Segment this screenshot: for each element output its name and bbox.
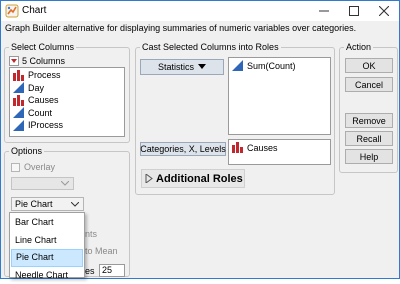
statistics-role-box[interactable]: Sum(Count): [228, 57, 331, 135]
help-button[interactable]: Help: [345, 149, 393, 164]
overlay-checkbox[interactable]: [11, 163, 20, 172]
cancel-button-label: Cancel: [355, 80, 383, 90]
minimize-button[interactable]: [309, 1, 339, 21]
chevron-down-icon: [61, 181, 69, 187]
chevron-down-icon: [71, 202, 79, 208]
chart-type-menu[interactable]: Bar Chart Line Chart Pie Chart Needle Ch…: [9, 212, 85, 278]
select-columns-label: Select Columns: [9, 42, 76, 53]
title-bar: Chart: [1, 1, 399, 21]
close-icon: [379, 6, 389, 16]
ok-button-label: OK: [362, 61, 375, 71]
jmp-app-icon: [5, 4, 19, 18]
recall-button[interactable]: Recall: [345, 131, 393, 146]
cancel-button[interactable]: Cancel: [345, 77, 393, 92]
close-button[interactable]: [369, 1, 399, 21]
obscured-option-text: nts: [85, 229, 97, 239]
menu-item-line-chart[interactable]: Line Chart: [11, 232, 83, 250]
continuous-triangle-icon: [13, 107, 24, 118]
window-title: Chart: [22, 5, 46, 16]
continuous-triangle-icon: [13, 120, 24, 131]
overlay-dropdown-disabled: [11, 177, 74, 190]
categories-button[interactable]: Categories, X, Levels: [140, 142, 226, 156]
help-button-label: Help: [360, 152, 379, 162]
column-name: Causes: [28, 95, 59, 105]
additional-roles-label: Additional Roles: [156, 173, 243, 185]
recall-button-label: Recall: [356, 134, 381, 144]
column-name: Count: [28, 108, 52, 118]
collapse-red-triangle-icon[interactable]: [9, 56, 19, 66]
list-item[interactable]: Count: [10, 107, 124, 120]
disclosure-triangle-icon: [145, 174, 153, 183]
columns-count-row: 5 Columns: [9, 56, 65, 66]
maximize-button[interactable]: [339, 1, 369, 21]
maximize-icon: [349, 6, 359, 16]
column-name: Process: [28, 70, 61, 80]
nominal-bar-icon: [13, 70, 24, 81]
chart-type-selected: Pie Chart: [15, 199, 53, 209]
remove-button-label: Remove: [352, 116, 386, 126]
overlay-label: Overlay: [24, 162, 55, 172]
list-item[interactable]: Process: [10, 69, 124, 82]
window-subtitle: Graph Builder alternative for displaying…: [5, 23, 356, 33]
remove-button[interactable]: Remove: [345, 113, 393, 128]
categories-button-label: Categories, X, Levels: [140, 144, 226, 154]
statistics-assigned-label: Sum(Count): [247, 61, 296, 71]
menu-item-needle-chart[interactable]: Needle Chart: [11, 267, 83, 284]
additional-roles-header[interactable]: Additional Roles: [141, 169, 245, 188]
ok-button[interactable]: OK: [345, 58, 393, 73]
obscured-option-text: es: [85, 266, 95, 276]
action-group-label: Action: [344, 42, 373, 53]
categories-role-box[interactable]: Causes: [228, 139, 331, 165]
continuous-triangle-icon: [232, 60, 243, 71]
statistics-button-label: Statistics: [158, 62, 194, 72]
chart-dialog-window: Chart Graph Builder alternative for disp…: [0, 0, 400, 279]
categories-assigned-label: Causes: [247, 143, 278, 153]
obscured-option-text: to Mean: [85, 246, 118, 256]
columns-list[interactable]: Process Day Causes Count IProcess: [9, 67, 125, 137]
chart-type-dropdown[interactable]: Pie Chart: [11, 197, 84, 211]
list-item[interactable]: Causes: [10, 94, 124, 107]
continuous-triangle-icon: [13, 82, 24, 93]
nominal-bar-icon: [232, 142, 243, 153]
dropdown-arrow-icon: [198, 64, 206, 70]
number-field[interactable]: 25: [99, 264, 125, 277]
list-item[interactable]: IProcess: [10, 119, 124, 132]
menu-item-bar-chart[interactable]: Bar Chart: [11, 214, 83, 232]
role-assigned-item[interactable]: Sum(Count): [229, 58, 330, 73]
number-field-value: 25: [102, 265, 112, 275]
roles-group-label: Cast Selected Columns into Roles: [140, 42, 281, 53]
nominal-bar-icon: [13, 95, 24, 106]
columns-count-label: 5 Columns: [22, 56, 65, 66]
column-name: Day: [28, 83, 44, 93]
menu-item-pie-chart[interactable]: Pie Chart: [11, 249, 83, 267]
options-group-label: Options: [9, 146, 44, 157]
role-assigned-item[interactable]: Causes: [229, 140, 330, 155]
minimize-icon: [319, 6, 329, 16]
overlay-checkbox-row[interactable]: Overlay: [11, 162, 55, 172]
column-name: IProcess: [28, 120, 63, 130]
statistics-button[interactable]: Statistics: [140, 59, 224, 75]
list-item[interactable]: Day: [10, 82, 124, 95]
